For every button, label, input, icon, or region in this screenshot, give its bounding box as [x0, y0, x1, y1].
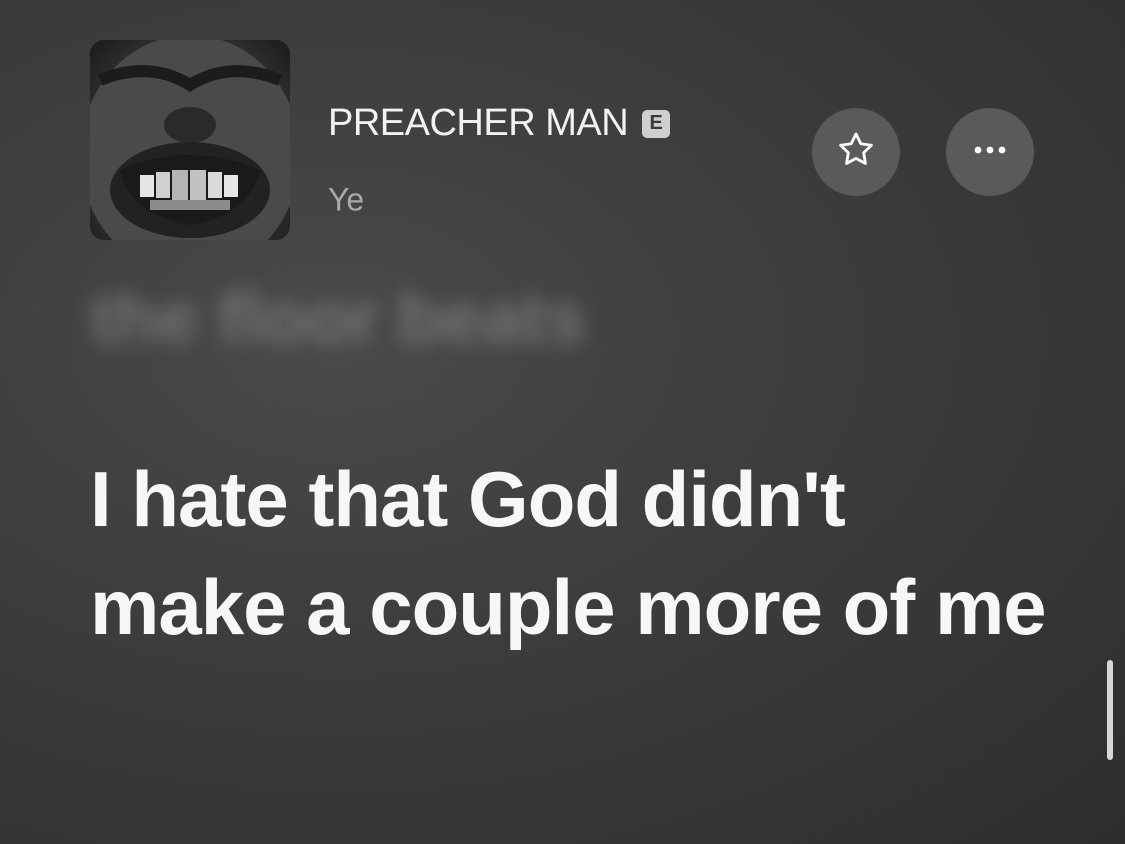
star-icon — [835, 129, 877, 176]
artist-name[interactable]: Ye — [328, 182, 364, 219]
track-title-row: PREACHER MAN E — [328, 102, 671, 145]
previous-lyric-line[interactable]: the floor beats — [90, 278, 586, 360]
explicit-badge: E — [642, 109, 671, 138]
album-artwork[interactable] — [90, 40, 290, 240]
track-title[interactable]: PREACHER MAN — [328, 102, 629, 145]
current-lyric-line[interactable]: I hate that God didn't make a couple mor… — [90, 445, 1050, 661]
ellipsis-icon — [970, 143, 1010, 161]
favorite-button[interactable] — [812, 108, 900, 196]
lyrics-scrollbar[interactable] — [1107, 660, 1113, 760]
now-playing-header: PREACHER MAN E Ye — [90, 40, 1090, 240]
more-options-button[interactable] — [946, 108, 1034, 196]
